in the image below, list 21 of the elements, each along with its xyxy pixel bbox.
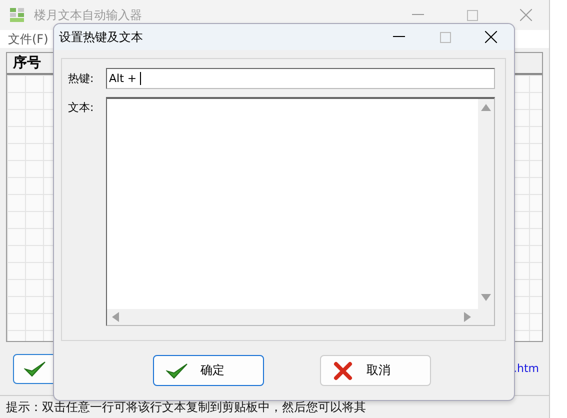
ok-button[interactable]: 确定 [153,355,264,386]
check-icon [166,362,188,380]
close-icon [333,360,353,380]
link[interactable]: .htm [514,362,539,375]
maximize-icon[interactable] [440,32,450,42]
app-icon [10,8,26,22]
field-label: 热键: [68,71,95,86]
field-label: 文本: [68,100,95,115]
hotkey-field[interactable]: Alt + [106,68,495,89]
scroll-left-icon[interactable] [112,312,122,322]
check-icon [24,360,46,378]
cancel-button[interactable]: 取消 [320,355,431,386]
text-area[interactable] [106,97,495,326]
scroll-up-icon[interactable] [481,104,491,114]
close-icon[interactable] [485,31,497,43]
dialog-title: 设置热键及文本 [59,28,144,46]
window-title: 楼月文本自动输入器 [34,6,143,24]
menu-item[interactable]: 文件(F) [8,30,48,48]
minimize-icon[interactable] [393,36,405,38]
column-header: 序号 [12,54,42,73]
maximize-icon[interactable] [466,10,478,20]
